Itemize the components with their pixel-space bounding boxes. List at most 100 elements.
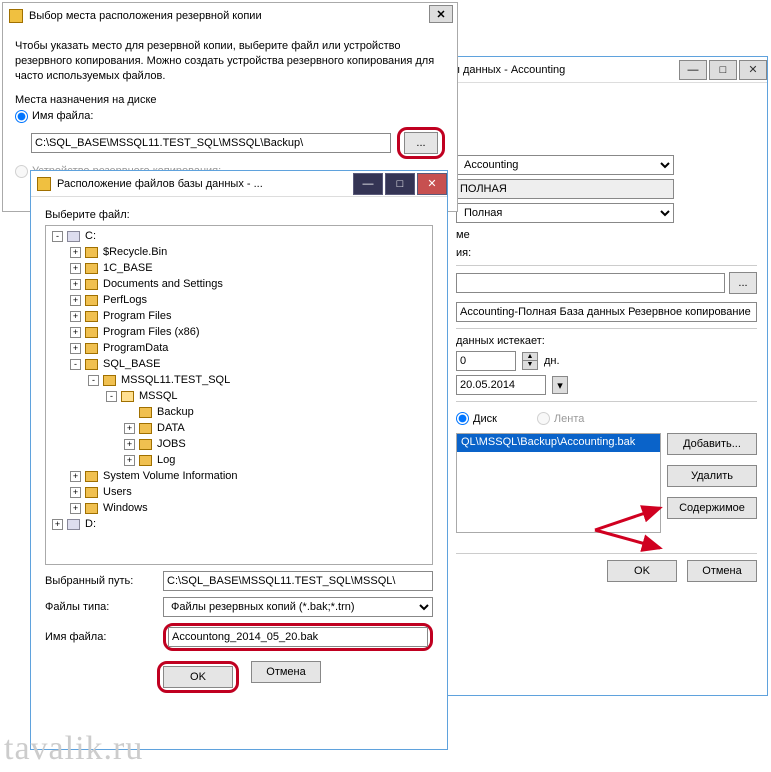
expire-days-field[interactable] xyxy=(456,351,516,371)
file-name-field[interactable] xyxy=(168,627,428,647)
destination-list[interactable]: QL\MSSQL\Backup\Accounting.bak xyxy=(456,433,661,533)
calendar-dropdown-icon[interactable]: ▾ xyxy=(552,376,568,394)
expand-icon[interactable]: + xyxy=(124,455,135,466)
tree-node[interactable]: +Windows xyxy=(48,500,430,516)
tree-node[interactable]: + System Volume Information xyxy=(48,468,430,484)
tree-node-label: D: xyxy=(85,518,96,530)
tree-node[interactable]: + $Recycle.Bin xyxy=(48,244,430,260)
tree-node[interactable]: +Documents and Settings xyxy=(48,276,430,292)
expand-icon[interactable]: + xyxy=(70,487,81,498)
file-type-select[interactable]: Файлы резервных копий (*.bak;*.trn) xyxy=(163,597,433,617)
tree-node[interactable]: -C: xyxy=(48,228,430,244)
cancel-button[interactable]: Отмена xyxy=(687,560,757,582)
tree-node-label: Users xyxy=(103,486,132,498)
tree-node-label: Program Files (x86) xyxy=(103,326,200,338)
collapse-icon[interactable]: - xyxy=(70,359,81,370)
close-button[interactable]: ✕ xyxy=(417,173,447,195)
minimize-button[interactable]: — xyxy=(353,173,383,195)
tree-node-label: $Recycle.Bin xyxy=(103,246,167,258)
expand-icon[interactable]: + xyxy=(70,279,81,290)
expand-icon[interactable]: + xyxy=(70,311,81,322)
expand-icon[interactable]: + xyxy=(70,471,81,482)
device-radio xyxy=(15,165,28,178)
expand-icon[interactable]: + xyxy=(70,263,81,274)
folder-icon xyxy=(85,295,98,306)
tree-node[interactable]: + Users xyxy=(48,484,430,500)
browse-button[interactable]: ... xyxy=(404,132,438,154)
tree-node-label: System Volume Information xyxy=(103,470,238,482)
browse-button[interactable]: ... xyxy=(729,272,757,294)
add-button[interactable]: Добавить... xyxy=(667,433,757,455)
tree-node[interactable]: + Program Files (x86) xyxy=(48,324,430,340)
tree-node[interactable]: Backup xyxy=(48,404,430,420)
tree-node[interactable]: +1C_BASE xyxy=(48,260,430,276)
contents-button[interactable]: Содержимое xyxy=(667,497,757,519)
expand-icon[interactable]: + xyxy=(70,327,81,338)
minimize-button[interactable]: — xyxy=(679,60,707,80)
file-name-radio[interactable] xyxy=(15,110,28,123)
tree-node-label: ProgramData xyxy=(103,342,168,354)
file-name-label: Имя файла: xyxy=(32,110,93,122)
window-title: Выбор места расположения резервной копии xyxy=(29,10,457,22)
expand-icon[interactable]: + xyxy=(70,503,81,514)
tree-node-label: JOBS xyxy=(157,438,186,450)
tree-node[interactable]: - MSSQL11.TEST_SQL xyxy=(48,372,430,388)
folder-tree[interactable]: -C: + $Recycle.Bin +1C_BASE+Documents and S… xyxy=(45,225,433,565)
spinner-up-icon[interactable]: ▲ xyxy=(523,353,537,361)
folder-icon xyxy=(139,439,152,450)
tree-node[interactable]: + D: xyxy=(48,516,430,532)
tree-node[interactable]: + PerfLogs xyxy=(48,292,430,308)
spinner-down-icon[interactable]: ▼ xyxy=(523,361,537,369)
collapse-icon[interactable]: - xyxy=(88,375,99,386)
remove-button[interactable]: Удалить xyxy=(667,465,757,487)
close-button[interactable]: ✕ xyxy=(429,5,453,23)
folder-icon xyxy=(139,423,152,434)
selected-path-field[interactable] xyxy=(163,571,433,591)
expand-icon[interactable]: + xyxy=(52,519,63,530)
folder-icon xyxy=(139,407,152,418)
file-type-label: Файлы типа: xyxy=(45,601,155,613)
backup-path-field[interactable] xyxy=(456,273,725,293)
tree-node-label: Log xyxy=(157,454,175,466)
tree-node[interactable]: +Program Files xyxy=(48,308,430,324)
maximize-button[interactable]: □ xyxy=(385,173,415,195)
backup-type-select[interactable]: Полная xyxy=(456,203,674,223)
ok-button[interactable]: OK xyxy=(163,666,233,688)
expire-date-field[interactable] xyxy=(456,375,546,395)
database-icon xyxy=(9,9,23,23)
expand-icon[interactable]: + xyxy=(124,423,135,434)
tree-node[interactable]: +DATA xyxy=(48,420,430,436)
database-select[interactable]: Accounting xyxy=(456,155,674,175)
tree-node[interactable]: -SQL_BASE xyxy=(48,356,430,372)
expand-icon[interactable]: + xyxy=(124,439,135,450)
ok-button[interactable]: OK xyxy=(607,560,677,582)
tree-node[interactable]: + ProgramData xyxy=(48,340,430,356)
expand-icon[interactable]: + xyxy=(70,343,81,354)
folder-icon xyxy=(85,471,98,482)
tree-node-label: MSSQL11.TEST_SQL xyxy=(121,374,230,386)
expand-icon[interactable]: + xyxy=(70,295,81,306)
tree-node[interactable]: + JOBS xyxy=(48,436,430,452)
dest-disk-radio[interactable] xyxy=(456,412,469,425)
cancel-button[interactable]: Отмена xyxy=(251,661,321,683)
close-button[interactable]: ✕ xyxy=(739,60,767,80)
tree-node-label: PerfLogs xyxy=(103,294,147,306)
recovery-model-field xyxy=(456,179,674,199)
folder-icon xyxy=(85,311,98,322)
dest-tape-radio xyxy=(537,412,550,425)
tree-node[interactable]: + Log xyxy=(48,452,430,468)
maximize-button[interactable]: □ xyxy=(709,60,737,80)
window-title: ы данных - Accounting xyxy=(452,64,677,76)
backup-name-field[interactable] xyxy=(456,302,757,322)
label-me: ме xyxy=(456,229,470,241)
watermark: tavalik.ru xyxy=(4,730,143,768)
collapse-icon[interactable]: - xyxy=(106,391,117,402)
folder-icon xyxy=(85,359,98,370)
intro-text: Чтобы указать место для резервной копии,… xyxy=(15,39,445,84)
collapse-icon[interactable]: - xyxy=(52,231,63,242)
destination-list-item[interactable]: QL\MSSQL\Backup\Accounting.bak xyxy=(457,434,660,452)
file-path-field[interactable] xyxy=(31,133,391,153)
tree-node[interactable]: -MSSQL xyxy=(48,388,430,404)
titlebar[interactable]: ы данных - Accounting — □ ✕ xyxy=(446,57,767,83)
expand-icon[interactable]: + xyxy=(70,247,81,258)
